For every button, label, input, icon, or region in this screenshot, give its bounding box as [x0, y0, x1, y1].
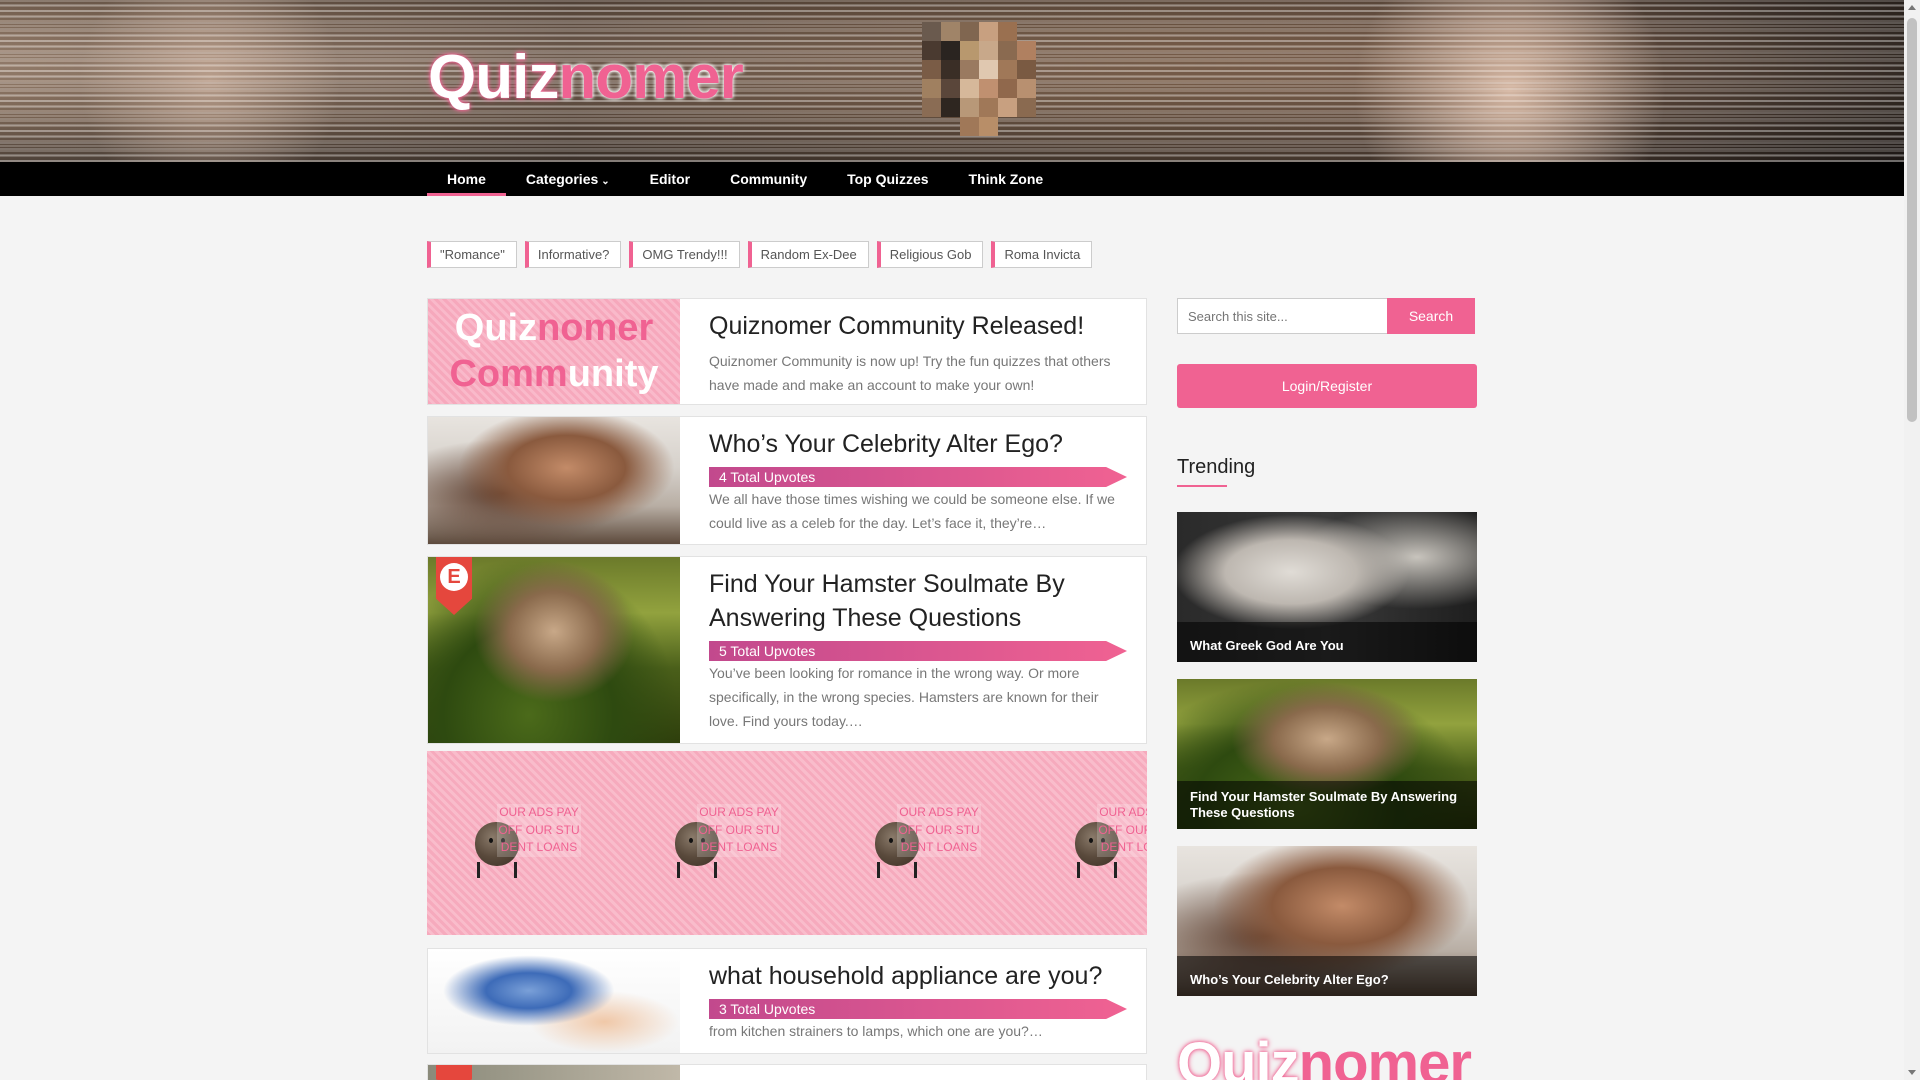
post-card[interactable]: what household appliance are you? 3 Tota…	[427, 948, 1147, 1054]
nav-item-categories[interactable]: Categories ⌄	[506, 162, 630, 196]
trending-heading: Trending	[1177, 456, 1256, 478]
page-scrollbar[interactable]	[1904, 0, 1920, 1080]
pixelated-image-area	[922, 22, 1074, 156]
post-thumbnail[interactable]: E	[428, 557, 680, 743]
site-header: Quiznomer	[0, 0, 1904, 162]
search-input[interactable]	[1177, 298, 1388, 334]
upvote-count-bar: 4 Total Upvotes	[709, 467, 1127, 487]
ad-unit: OUR ADS PAY OFF OUR STU DENT LOANS	[463, 804, 583, 884]
sidebar-logo[interactable]: Quiznomer	[1177, 1030, 1472, 1080]
scroll-up-icon[interactable]	[1908, 5, 1916, 10]
ad-unit: OUR ADS PAY OFF OUR STU DENT LOANS	[1063, 804, 1147, 884]
tag-romance[interactable]: "Romance"	[427, 241, 517, 268]
trending-item-title[interactable]: What Greek God Are You	[1177, 622, 1477, 662]
post-thumbnail[interactable]	[428, 1065, 680, 1080]
tag-roma-invicta[interactable]: Roma Invicta	[991, 241, 1093, 268]
ad-banner[interactable]: OUR ADS PAY OFF OUR STU DENT LOANS OUR A…	[427, 751, 1147, 935]
ad-unit: OUR ADS PAY OFF OUR STU DENT LOANS	[663, 804, 783, 884]
post-card[interactable]: Quiznomer Community Quiznomer Community …	[427, 298, 1147, 405]
post-card[interactable]: Who’s Your Celebrity Alter Ego? 4 Total …	[427, 416, 1147, 545]
scroll-down-icon[interactable]	[1908, 1070, 1916, 1075]
post-excerpt: You’ve been looking for romance in the w…	[709, 665, 1099, 729]
post-title[interactable]: what household appliance are you?	[709, 959, 1126, 993]
tag-random-ex-dee[interactable]: Random Ex-Dee	[747, 241, 869, 268]
upvote-count-bar: 3 Total Upvotes	[709, 999, 1127, 1019]
nav-item-top-quizzes[interactable]: Top Quizzes	[827, 162, 948, 196]
post-title[interactable]: Who’s Your Celebrity Alter Ego?	[709, 427, 1126, 461]
editor-badge-icon	[436, 1065, 472, 1080]
trending-item[interactable]: Who’s Your Celebrity Alter Ego?	[1177, 846, 1477, 996]
post-excerpt: Quiznomer Community is now up! Try the f…	[709, 353, 1111, 393]
login-register-button[interactable]: Login/Register	[1177, 364, 1477, 408]
post-card[interactable]: E Find Your Hamster Soulmate By Answerin…	[427, 556, 1147, 744]
search-button[interactable]: Search	[1387, 298, 1475, 334]
nav-item-community[interactable]: Community	[710, 162, 827, 196]
tag-omg-trendy[interactable]: OMG Trendy!!!	[629, 241, 740, 268]
nav-item-think-zone[interactable]: Think Zone	[949, 162, 1064, 196]
heading-underline	[1177, 485, 1227, 487]
editor-badge-icon: E	[436, 557, 472, 615]
tag-religious-gob[interactable]: Religious Gob	[876, 241, 984, 268]
trending-item[interactable]: Find Your Hamster Soulmate By Answering …	[1177, 679, 1477, 829]
trending-item-title[interactable]: Find Your Hamster Soulmate By Answering …	[1177, 781, 1477, 829]
post-thumbnail[interactable]	[428, 417, 680, 544]
post-thumbnail[interactable]: Quiznomer Community	[428, 299, 680, 404]
ad-unit: OUR ADS PAY OFF OUR STU DENT LOANS	[863, 804, 983, 884]
trending-item-title[interactable]: Who’s Your Celebrity Alter Ego?	[1177, 956, 1477, 996]
tag-informative[interactable]: Informative?	[524, 241, 622, 268]
nav-item-editor[interactable]: Editor	[630, 162, 710, 196]
category-tags: "Romance" Informative? OMG Trendy!!! Ran…	[427, 241, 1093, 268]
trending-item[interactable]: What Greek God Are You	[1177, 512, 1477, 662]
nav-item-home[interactable]: Home	[427, 162, 506, 196]
main-navigation: Home Categories ⌄ Editor Community Top Qu…	[0, 162, 1904, 196]
post-excerpt: We all have those times wishing we could…	[709, 491, 1115, 531]
post-title[interactable]: Find Your Hamster Soulmate By Answering …	[709, 567, 1126, 635]
site-logo[interactable]: Quiznomer	[428, 42, 744, 113]
post-title[interactable]: Quiznomer Community Released!	[709, 309, 1126, 343]
post-excerpt: from kitchen strainers to lamps, which o…	[709, 1023, 1043, 1039]
upvote-count-bar: 5 Total Upvotes	[709, 641, 1127, 661]
post-card[interactable]	[427, 1064, 1147, 1080]
post-thumbnail[interactable]	[428, 949, 680, 1053]
scrollbar-thumb[interactable]	[1907, 18, 1917, 422]
chevron-down-icon: ⌄	[601, 176, 610, 187]
